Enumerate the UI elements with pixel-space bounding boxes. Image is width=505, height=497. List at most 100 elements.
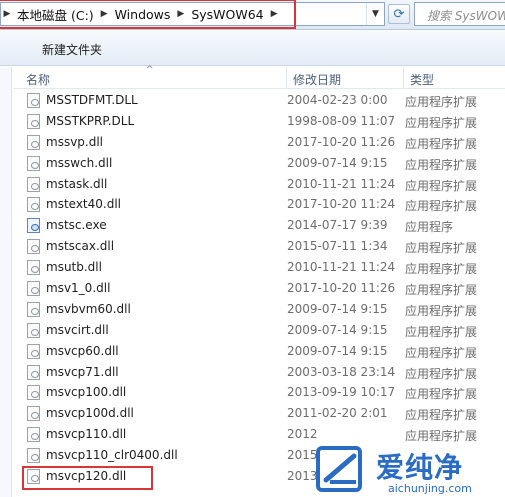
file-name[interactable]: msswch.dll	[46, 156, 112, 170]
command-toolbar: c 新建文件夹	[0, 31, 505, 66]
file-row[interactable]: msv1_0.dll 2017-10-20 11:26 应用程序扩展	[13, 278, 505, 299]
address-dropdown-icon[interactable]: ▼	[366, 3, 384, 25]
file-name[interactable]: msvcp100d.dll	[46, 406, 134, 420]
column-date-header[interactable]: 修改日期	[286, 67, 341, 89]
file-icon	[27, 301, 40, 317]
breadcrumb-windows[interactable]: Windows	[111, 3, 175, 25]
file-modified-date: 2003-03-18 23:14	[287, 364, 396, 379]
file-modified-date: 2013	[287, 469, 318, 484]
file-type: 应用程序扩展	[405, 178, 478, 193]
file-name[interactable]: mstext40.dll	[46, 197, 121, 211]
file-icon	[27, 176, 40, 192]
file-type: 应用程序扩展	[405, 387, 478, 402]
address-bar[interactable]: ▶ 本地磁盘 (C:) ▶ Windows ▶ SysWOW64 ▶ ▼	[0, 2, 385, 26]
file-row[interactable]: mssvp.dll 2017-10-20 11:26 应用程序扩展	[13, 132, 505, 153]
file-name[interactable]: msv1_0.dll	[46, 281, 110, 295]
file-icon	[27, 281, 40, 297]
organize-button[interactable]: c	[0, 41, 1, 55]
file-row[interactable]: msvbvm60.dll 2009-07-14 9:15 应用程序扩展	[13, 299, 505, 320]
file-name[interactable]: msvcp110_clr0400.dll	[46, 448, 178, 462]
file-name[interactable]: mssvp.dll	[46, 135, 103, 149]
file-icon	[27, 469, 40, 485]
file-row[interactable]: msvcp100d.dll 2011-02-20 2:01 应用程序扩展	[13, 403, 505, 424]
file-name[interactable]: msvcp110.dll	[46, 427, 126, 441]
file-modified-date: 2015-07-11 1:34	[287, 239, 388, 254]
file-row[interactable]: msvcirt.dll 2009-07-14 9:15 应用程序扩展	[13, 320, 505, 341]
file-modified-date: 2012	[287, 427, 318, 442]
file-row[interactable]: msvcp60.dll 2009-07-14 9:15 应用程序扩展	[13, 341, 505, 362]
file-name[interactable]: MSSTKPRP.DLL	[46, 114, 134, 128]
file-name[interactable]: msvcp71.dll	[46, 365, 119, 379]
file-modified-date: 2009-07-14 9:15	[287, 322, 388, 337]
file-icon	[27, 239, 40, 255]
file-icon	[27, 427, 40, 443]
file-type: 应用程序扩展	[405, 241, 478, 256]
file-icon	[27, 448, 40, 464]
file-modified-date: 2011-02-20 2:01	[287, 406, 388, 421]
breadcrumb-separator-icon[interactable]: ▶	[98, 9, 111, 19]
breadcrumb-root-arrow-icon[interactable]: ▶	[1, 9, 13, 19]
file-modified-date: 2013-09-19 10:17	[287, 385, 396, 400]
file-row[interactable]: MSSTDFMT.DLL 2004-02-23 0:00 应用程序扩展	[13, 90, 505, 111]
file-icon	[27, 406, 40, 422]
column-header: ^ 名称 修改日期 类型	[13, 65, 505, 89]
file-row[interactable]: msutb.dll 2010-11-21 11:24 应用程序扩展	[13, 257, 505, 278]
file-modified-date: 2010-11-21 11:24	[287, 176, 396, 191]
file-modified-date: 2009-07-14 9:15	[287, 155, 388, 170]
file-icon	[27, 218, 40, 234]
file-name[interactable]: mstscax.dll	[46, 239, 114, 253]
file-type: 应用程序扩展	[405, 95, 478, 109]
file-row[interactable]: msvcp100.dll 2013-09-19 10:17 应用程序扩展	[13, 382, 505, 403]
breadcrumb-separator-icon[interactable]: ▶	[174, 9, 187, 19]
file-name[interactable]: mstask.dll	[46, 177, 107, 191]
search-input[interactable]: 搜索 SysWOW64	[414, 2, 505, 26]
file-type: 应用程序扩展	[405, 262, 478, 277]
file-modified-date: 2009-07-14 9:15	[287, 343, 388, 358]
file-row[interactable]: MSSTKPRP.DLL 1998-08-09 11:07 应用程序扩展	[13, 111, 505, 132]
file-name[interactable]: msvcirt.dll	[46, 323, 109, 337]
file-name[interactable]: MSSTDFMT.DLL	[46, 93, 138, 107]
new-folder-button[interactable]: 新建文件夹	[42, 41, 102, 58]
file-icon	[27, 197, 40, 213]
breadcrumb-syswow64[interactable]: SysWOW64	[187, 3, 267, 25]
file-type: 应用程序扩展	[405, 408, 478, 423]
file-name[interactable]: msvcp60.dll	[46, 344, 119, 358]
file-list: MSSTDFMT.DLL 2004-02-23 0:00 应用程序扩展 MSSTKPR…	[13, 90, 505, 491]
file-row[interactable]: mstscax.dll 2015-07-11 1:34 应用程序扩展	[13, 236, 505, 257]
file-name[interactable]: msvcp100.dll	[46, 385, 126, 399]
aichunjing-logo-icon	[316, 446, 362, 492]
file-icon	[27, 93, 40, 108]
file-type: 应用程序扩展	[405, 199, 478, 214]
file-modified-date: 2017-10-20 11:24	[287, 197, 396, 212]
column-type-header[interactable]: 类型	[403, 67, 434, 89]
file-modified-date: 2017-10-20 11:26	[287, 134, 396, 149]
file-row[interactable]: msvcp71.dll 2003-03-18 23:14 应用程序扩展	[13, 362, 505, 383]
file-icon	[27, 134, 40, 150]
file-icon	[27, 113, 40, 129]
file-row[interactable]: mstext40.dll 2017-10-20 11:24 应用程序扩展	[13, 194, 505, 215]
file-modified-date: 1998-08-09 11:07	[287, 113, 396, 128]
file-icon	[27, 322, 40, 338]
file-row[interactable]: mstask.dll 2010-11-21 11:24 应用程序扩展	[13, 174, 505, 195]
file-row[interactable]: msswch.dll 2009-07-14 9:15 应用程序扩展	[13, 153, 505, 174]
file-name[interactable]: msutb.dll	[46, 260, 102, 274]
file-type: 应用程序扩展	[405, 115, 478, 130]
file-row[interactable]: mstsc.exe 2014-07-17 9:39 应用程序	[13, 215, 505, 236]
sort-ascending-icon: ^	[146, 65, 154, 75]
file-type: 应用程序扩展	[405, 366, 478, 381]
column-name-header[interactable]: 名称	[26, 67, 50, 89]
file-modified-date: 2015	[287, 448, 318, 463]
watermark-chinese-text: 爱纯净	[376, 451, 464, 484]
refresh-button[interactable]: ⟳	[388, 4, 410, 24]
file-name[interactable]: msvbvm60.dll	[46, 302, 131, 316]
file-type: 应用程序扩展	[405, 136, 478, 151]
file-name[interactable]: mstsc.exe	[46, 218, 107, 232]
navigation-pane[interactable]	[0, 67, 12, 497]
refresh-icon: ⟳	[393, 6, 405, 22]
file-name[interactable]: msvcp120.dll	[46, 469, 126, 483]
address-bar-row: ▶ 本地磁盘 (C:) ▶ Windows ▶ SysWOW64 ▶ ▼ ⟳ 搜…	[0, 0, 505, 30]
site-watermark: 爱纯净 aichunjing.com	[316, 442, 505, 497]
file-type: 应用程序扩展	[405, 303, 478, 318]
breadcrumb-drive[interactable]: 本地磁盘 (C:)	[13, 3, 98, 25]
breadcrumb-separator-icon[interactable]: ▶	[268, 9, 281, 19]
